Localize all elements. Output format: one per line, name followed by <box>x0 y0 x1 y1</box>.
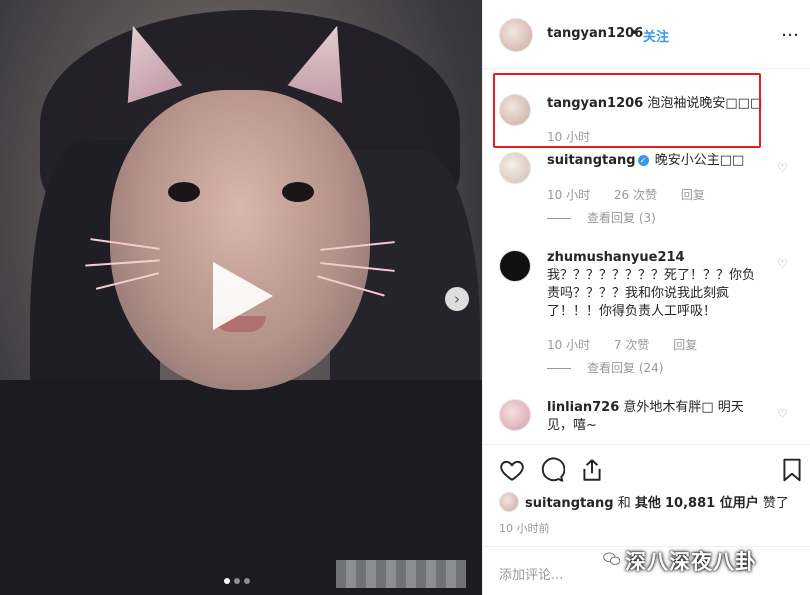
like-heart-icon[interactable] <box>499 457 525 483</box>
comment: suitangtang ✓ 晚安小公主□□ <box>547 152 767 170</box>
follow-button[interactable]: 关注 <box>643 26 669 45</box>
bookmark-icon[interactable] <box>779 457 805 483</box>
comment-meta: 10 小时 7 次赞 回复 <box>547 336 717 353</box>
comment: zhumushanyue214 我？？？？？？？？死了！？？你负责吗？？？？我和… <box>547 249 767 321</box>
post-media[interactable]: › <box>0 0 482 595</box>
reply-button[interactable]: 回复 <box>681 188 705 202</box>
comment-likes[interactable]: 26 次赞 <box>614 188 657 202</box>
comment-avatar[interactable] <box>499 250 531 282</box>
eye-right <box>282 182 314 202</box>
comment-username[interactable]: suitangtang <box>547 153 636 168</box>
comment-bubble-icon[interactable] <box>539 457 565 483</box>
comment-username[interactable]: linlian726 <box>547 400 619 415</box>
liker-avatar[interactable] <box>499 492 519 512</box>
like-comment-heart-icon[interactable]: ♡ <box>777 408 789 420</box>
likes-suffix: 赞了 <box>762 496 789 511</box>
replies-line <box>547 218 571 219</box>
separator-dot: • <box>630 26 638 41</box>
divider <box>483 68 810 69</box>
reply-button[interactable]: 回复 <box>673 338 697 352</box>
author-avatar[interactable] <box>499 18 533 52</box>
view-replies-label[interactable]: 查看回复 (3) <box>587 211 656 225</box>
like-comment-heart-icon[interactable]: ♡ <box>777 162 789 174</box>
watermark-text: 深八深夜八卦 <box>625 550 757 574</box>
play-icon[interactable] <box>213 262 273 330</box>
comment-text: 我？？？？？？？？死了！？？你负责吗？？？？我和你说我此刻疯了！！！你得负责人工… <box>547 268 756 319</box>
likes-count[interactable]: 10,881 位用户 <box>665 496 759 511</box>
view-replies[interactable]: 查看回复 (3) <box>547 209 656 226</box>
divider <box>483 444 810 445</box>
action-bar <box>499 457 605 483</box>
wechat-icon <box>603 552 621 565</box>
highlight-box <box>493 73 761 148</box>
carousel-dots <box>224 578 250 584</box>
more-options-icon[interactable]: … <box>781 20 799 41</box>
verified-icon: ✓ <box>637 155 649 166</box>
liker-username[interactable]: suitangtang <box>525 496 614 511</box>
comment-meta: 10 小时 26 次赞 回复 <box>547 186 725 203</box>
carousel-dot <box>244 578 250 584</box>
face <box>110 90 370 390</box>
comment-username[interactable]: zhumushanyue214 <box>547 250 685 265</box>
likes-others-prefix[interactable]: 其他 <box>635 496 661 511</box>
blurred-watermark <box>336 560 466 588</box>
comment-text: 晚安小公主□□ <box>654 153 745 168</box>
likes-and: 和 <box>617 496 631 511</box>
author-username[interactable]: tangyan1206 <box>547 26 643 41</box>
comment-time: 10 小时 <box>547 188 591 202</box>
like-comment-heart-icon[interactable]: ♡ <box>777 258 789 270</box>
comment: linlian726 意外地木有胖□ 明天见，嘻~ <box>547 399 767 435</box>
share-icon[interactable] <box>579 457 605 483</box>
comment-likes[interactable]: 7 次赞 <box>614 338 649 352</box>
carousel-dot-active <box>224 578 230 584</box>
comment-avatar[interactable] <box>499 152 531 184</box>
view-replies[interactable]: 查看回复 (24) <box>547 359 663 376</box>
eye-left <box>168 182 200 202</box>
replies-line <box>547 368 571 369</box>
comment-avatar[interactable] <box>499 399 531 431</box>
carousel-dot <box>234 578 240 584</box>
view-replies-label[interactable]: 查看回复 (24) <box>587 361 663 375</box>
post-time-ago: 10 小时前 <box>499 522 550 535</box>
add-comment-input[interactable]: 添加评论... <box>499 564 563 583</box>
likes-summary: suitangtang 和 其他 10,881 位用户 赞了 <box>525 492 789 511</box>
next-arrow-icon[interactable]: › <box>445 287 469 311</box>
comment-time: 10 小时 <box>547 338 591 352</box>
